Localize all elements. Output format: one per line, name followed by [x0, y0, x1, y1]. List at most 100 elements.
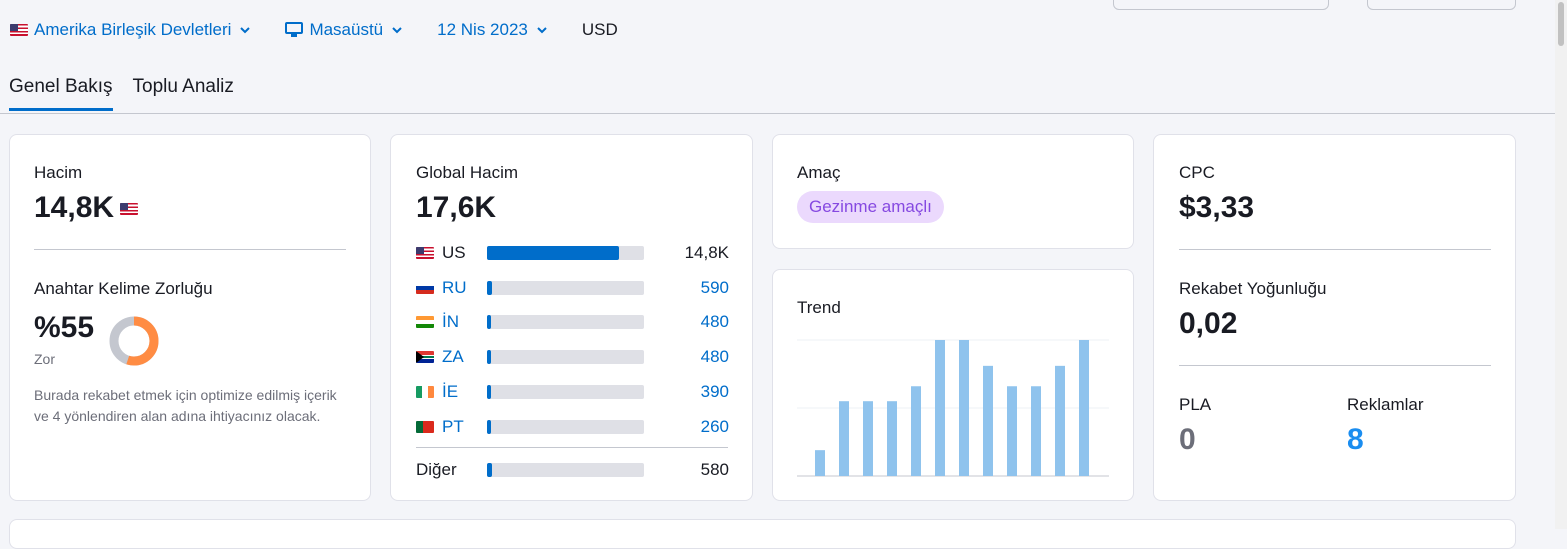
share-bar-fill [487, 350, 491, 365]
share-bar-fill [487, 280, 492, 295]
chevron-down-icon [537, 27, 547, 34]
cpc-card: CPC $3,33 Rekabet Yoğunluğu 0,02 PLA 0 R… [1153, 134, 1516, 501]
trend-bar[interactable] [983, 365, 993, 476]
page-scrollbar[interactable] [1555, 0, 1567, 529]
global-volume-card: Global Hacim 17,6K US 14,8K RU 590 İN 480 ZA 48… [390, 134, 753, 501]
scrollbar-thumb[interactable] [1558, 2, 1564, 46]
trend-chart [797, 339, 1109, 477]
country-volume[interactable]: 590 [644, 278, 729, 298]
pla-value: 0 [1179, 423, 1196, 456]
trend-label: Trend [797, 298, 841, 317]
country-row[interactable]: US 14,8K [416, 243, 729, 263]
country-volume[interactable]: 480 [644, 312, 729, 332]
za-flag-icon [416, 351, 434, 364]
country-code[interactable]: US [442, 243, 487, 263]
kd-level: Zor [34, 351, 55, 367]
ru-flag-icon [416, 281, 434, 294]
country-row[interactable]: RU 590 [416, 278, 729, 298]
currency-label: USD [581, 20, 618, 39]
country-code[interactable]: ZA [442, 347, 487, 367]
share-bar-fill [487, 246, 619, 260]
trend-bar[interactable] [911, 386, 921, 476]
country-row[interactable]: ZA 480 [416, 347, 729, 367]
share-bar [487, 419, 644, 434]
trend-bar[interactable] [1031, 386, 1041, 476]
share-bar-fill [487, 419, 491, 434]
kd-value: %55 [34, 311, 95, 344]
filter-bar: Amerika Birleşik Devletleri Masaüstü 12 … [10, 20, 618, 40]
chevron-down-icon [392, 27, 402, 34]
chevron-down-icon [240, 27, 251, 34]
share-bar-fill [487, 315, 491, 330]
trend-bar[interactable] [815, 450, 825, 476]
intent-card: Amaç Gezinme amaçlı [772, 134, 1134, 249]
device-filter-label: Masaüstü [309, 20, 384, 39]
share-bar-fill [487, 463, 492, 477]
trend-bar[interactable] [1055, 365, 1065, 476]
country-filter-label: Amerika Birleşik Devletleri [34, 20, 232, 39]
share-bar-fill [487, 384, 491, 399]
share-bar [487, 315, 644, 330]
us-flag-icon [10, 24, 28, 36]
top-action-button[interactable] [1113, 0, 1329, 10]
share-bar [487, 350, 644, 365]
card-divider [416, 447, 728, 448]
tab-bar: Genel Bakış Toplu Analiz [9, 76, 254, 111]
kd-label: Anahtar Kelime Zorluğu [34, 279, 213, 298]
card-divider [1179, 365, 1491, 366]
country-filter[interactable]: Amerika Birleşik Devletleri [10, 20, 251, 40]
country-volume: 580 [700, 460, 729, 479]
ads-label: Reklamlar [1347, 395, 1424, 414]
trend-bar[interactable] [863, 401, 873, 476]
intent-badge: Gezinme amaçlı [797, 191, 944, 223]
tab-overview[interactable]: Genel Bakış [9, 76, 113, 111]
trend-bar[interactable] [839, 401, 849, 476]
device-filter[interactable]: Masaüstü [285, 20, 403, 40]
tab-bulk-analysis[interactable]: Toplu Analiz [133, 76, 234, 111]
country-code[interactable]: PT [442, 417, 487, 437]
country-row[interactable]: İE 390 [416, 382, 729, 402]
trend-card: Trend [772, 269, 1134, 501]
cpc-value: $3,33 [1179, 191, 1255, 224]
country-volume[interactable]: 14,8K [644, 243, 729, 263]
country-row-other: Diğer 580 [416, 460, 729, 480]
kd-description: Burada rekabet etmek için optimize edilm… [34, 387, 337, 424]
trend-bar[interactable] [1007, 386, 1017, 476]
country-volume[interactable]: 390 [644, 382, 729, 402]
volume-value: 14,8K [34, 191, 144, 225]
share-bar [487, 384, 644, 399]
country-code[interactable]: İN [442, 312, 487, 332]
global-volume-label: Global Hacim [416, 163, 519, 182]
card-divider [34, 249, 346, 250]
trend-bar[interactable] [1079, 340, 1089, 476]
volume-label: Hacim [34, 163, 83, 182]
trend-bar[interactable] [935, 340, 945, 476]
global-volume-value: 17,6K [416, 191, 497, 224]
country-volume[interactable]: 260 [644, 417, 729, 437]
top-action-button-2[interactable] [1367, 0, 1516, 10]
country-volume[interactable]: 480 [644, 347, 729, 367]
share-bar [487, 463, 644, 477]
tabs-divider [0, 113, 1555, 114]
kd-donut-chart [109, 316, 159, 366]
country-row[interactable]: PT 260 [416, 417, 729, 437]
us-flag-icon [416, 247, 434, 259]
country-code: Diğer [416, 460, 457, 479]
cpc-label: CPC [1179, 163, 1215, 182]
desktop-icon [285, 22, 304, 37]
volume-kd-card: Hacim 14,8K Anahtar Kelime Zorluğu %55 Z… [9, 134, 371, 501]
country-code[interactable]: İE [442, 382, 487, 402]
us-flag-icon [120, 203, 139, 216]
pt-flag-icon [416, 420, 434, 433]
date-filter[interactable]: 12 Nis 2023 [437, 20, 548, 40]
ie-flag-icon [416, 385, 434, 398]
share-bar [487, 280, 644, 295]
trend-bar[interactable] [887, 401, 897, 476]
country-row[interactable]: İN 480 [416, 312, 729, 332]
card-divider [1179, 249, 1491, 250]
competition-value: 0,02 [1179, 307, 1238, 340]
country-code[interactable]: RU [442, 278, 487, 298]
trend-bar[interactable] [959, 340, 969, 476]
ads-value[interactable]: 8 [1347, 423, 1364, 457]
next-section-card [9, 519, 1516, 549]
